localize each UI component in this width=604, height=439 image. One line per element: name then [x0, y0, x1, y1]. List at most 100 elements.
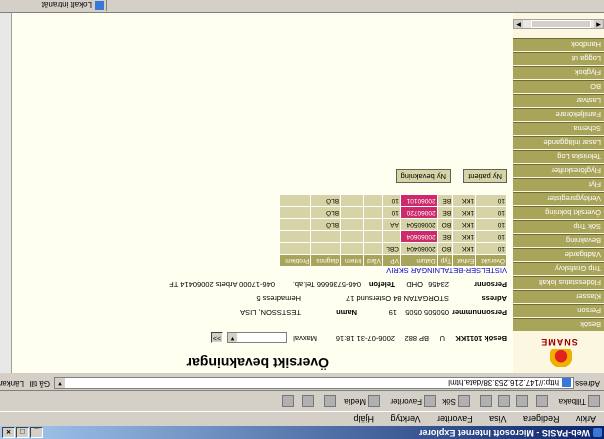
- info-value-adress: STORGATAN 84 Ostersund 17: [346, 294, 449, 303]
- sidebar-item-bo[interactable]: BO: [513, 80, 604, 93]
- sidebar-item-handbok[interactable]: Handbok: [513, 38, 604, 51]
- sidebar-item-flygforeskrifter[interactable]: Flygföreskrifter: [513, 164, 604, 177]
- sidebar-item-lasar-inlaggande[interactable]: Lasar inläggande: [513, 136, 604, 149]
- vistelser-link[interactable]: VISTELSER-BETALNINGAR SKRIV: [386, 266, 507, 275]
- table-cell-highlight[interactable]: 20060604: [400, 230, 438, 243]
- back-button[interactable]: Tillbaka: [559, 394, 600, 408]
- search-button[interactable]: Sök: [442, 394, 470, 408]
- column-header[interactable]: Vård: [363, 254, 383, 267]
- title-bar: Web-PASIS - Microsoft Internet Explorer …: [0, 426, 604, 439]
- column-header[interactable]: Problem: [279, 254, 311, 267]
- table-cell[interactable]: 20060404: [400, 242, 438, 255]
- links-button[interactable]: Länkar: [0, 377, 24, 389]
- menu-file[interactable]: Arkiv: [576, 414, 596, 424]
- column-header[interactable]: Intern: [340, 254, 364, 267]
- sidebar-item-klasser[interactable]: Klasser: [513, 290, 604, 303]
- table-cell: [279, 230, 311, 243]
- table-row[interactable]: 10 1KK BE 20060604: [279, 230, 507, 243]
- table-cell: [340, 218, 364, 231]
- sidebar-item-sok-trip[interactable]: Sök Trip: [513, 220, 604, 233]
- tab-ny-bevakning[interactable]: Ny bevakning: [395, 169, 451, 183]
- page-icon: [562, 378, 571, 387]
- table-cell-highlight[interactable]: 20060101: [400, 194, 438, 207]
- sidebar-item-trip-grafiskvy[interactable]: Trip Grafiskvy: [513, 262, 604, 275]
- table-cell: 10: [382, 194, 401, 207]
- sidebar-item-tekniska-log[interactable]: Tekniska Log: [513, 150, 604, 163]
- table-row[interactable]: 10 1KK BO 20060504 AA BLÖ: [279, 218, 507, 231]
- close-button[interactable]: ×: [2, 427, 15, 438]
- column-header[interactable]: VP: [382, 254, 401, 267]
- info-label-namn: Namn: [336, 308, 357, 317]
- scroll-left-icon[interactable]: ◀: [594, 20, 603, 28]
- table-row[interactable]: 10 1KK BE 20060101 10 BLÖ: [279, 194, 507, 207]
- sidebar-item-lastvar[interactable]: Lastvar: [513, 94, 604, 107]
- table-cell: CBL: [382, 242, 401, 255]
- menu-edit[interactable]: Redigera: [523, 414, 560, 424]
- sidebar-item-vadtigarde[interactable]: Vädtigarde: [513, 248, 604, 261]
- table-row[interactable]: 10 1KK BE 20060720 10 BLÖ: [279, 206, 507, 219]
- sidebar-item-oversikt-bokning[interactable]: Översikt bokning: [513, 206, 604, 219]
- info-value-personnummer: 050505 0505: [405, 308, 449, 317]
- forward-button[interactable]: [534, 394, 548, 408]
- page-scrollbar[interactable]: [0, 13, 12, 373]
- mail-icon: [302, 395, 314, 408]
- menu-help[interactable]: Hjälp: [353, 414, 374, 424]
- sidebar-item-besok[interactable]: Besök: [513, 318, 604, 331]
- maxval-select[interactable]: ▼: [227, 332, 287, 343]
- sidebar-item-schema[interactable]: Schema: [513, 122, 604, 135]
- go-button[interactable]: Gå till: [30, 377, 50, 389]
- history-button[interactable]: [322, 394, 336, 408]
- print-button[interactable]: [280, 394, 294, 408]
- info-line-name: Personnummer 050505 0505 19 Namn TESTSSO…: [7, 306, 507, 317]
- table-cell-highlight[interactable]: 20060720: [400, 206, 438, 219]
- sidebar-item-logga-ut[interactable]: Logga ut: [513, 52, 604, 65]
- menu-tools[interactable]: Verktyg: [391, 414, 421, 424]
- print-icon: [282, 395, 294, 408]
- media-button[interactable]: Media: [344, 394, 380, 408]
- table-row[interactable]: 10 1KK BO 20060404 CBL: [279, 242, 507, 255]
- menu-favorites[interactable]: Favoriter: [437, 414, 473, 424]
- info-value-arbete: 046-17000 Arbets 20060414 TF: [169, 280, 275, 289]
- mail-button[interactable]: [300, 394, 314, 408]
- column-header[interactable]: Datum: [400, 254, 438, 267]
- scroll-right-icon[interactable]: ▶: [514, 20, 523, 28]
- table-cell[interactable]: 20060504: [400, 218, 438, 231]
- tab-ny-patient[interactable]: Ny patient: [463, 169, 507, 183]
- refresh-button[interactable]: [496, 394, 510, 408]
- column-header[interactable]: Översikt: [475, 254, 507, 267]
- column-header[interactable]: Enhet: [452, 254, 476, 267]
- page-title: Översikt bevakningar: [186, 355, 329, 371]
- minimize-button[interactable]: _: [30, 427, 43, 438]
- sidebar-item-person[interactable]: Person: [513, 304, 604, 317]
- sidebar-item-bevakning[interactable]: Bevakning: [513, 234, 604, 247]
- sidebar-item-flodesstatus[interactable]: Flödesstatus lokalt: [513, 276, 604, 289]
- next-button[interactable]: >>: [211, 332, 223, 343]
- scroll-thumb[interactable]: [531, 20, 591, 28]
- address-input[interactable]: http://147.216.253.38/data.html ▼: [54, 377, 574, 389]
- table-cell: 10: [475, 218, 507, 231]
- visit-id: Besök 1011KK: [455, 334, 507, 343]
- sidebar-item-flygbok[interactable]: Flygbok: [513, 66, 604, 79]
- address-dropdown-icon[interactable]: ▼: [55, 378, 65, 388]
- intranet-icon: [95, 1, 104, 10]
- home-button[interactable]: [478, 394, 492, 408]
- media-label: Media: [344, 397, 366, 406]
- maximize-button[interactable]: □: [16, 427, 29, 438]
- sidebar-item-familjekorare[interactable]: Familjekörare: [513, 108, 604, 121]
- table-cell: 10: [475, 194, 507, 207]
- select-dropdown-icon[interactable]: ▼: [228, 333, 237, 342]
- column-header[interactable]: diagnos: [310, 254, 341, 267]
- favorites-button[interactable]: Favoriter: [390, 394, 436, 408]
- sidebar-item-flyt[interactable]: Flyt: [513, 178, 604, 191]
- sidebar-scrollbar[interactable]: ◀ ▶: [513, 19, 604, 29]
- table-cell: [340, 206, 364, 219]
- stop-button[interactable]: [514, 394, 528, 408]
- sidebar-item-verktygsregister[interactable]: Verktygsregister: [513, 192, 604, 205]
- status-bar: Lokalt intranät: [0, 0, 604, 13]
- back-label: Tillbaka: [558, 397, 586, 406]
- maxval-label: Maxval: [293, 334, 317, 343]
- info-line-address: Adress STORGATAN 84 Ostersund 17 Hemadre…: [7, 292, 507, 303]
- column-header[interactable]: Typ: [437, 254, 453, 267]
- main-panel: Översikt bevakningar Besök 1011KK U BP 8…: [4, 13, 509, 373]
- menu-view[interactable]: Visa: [489, 414, 506, 424]
